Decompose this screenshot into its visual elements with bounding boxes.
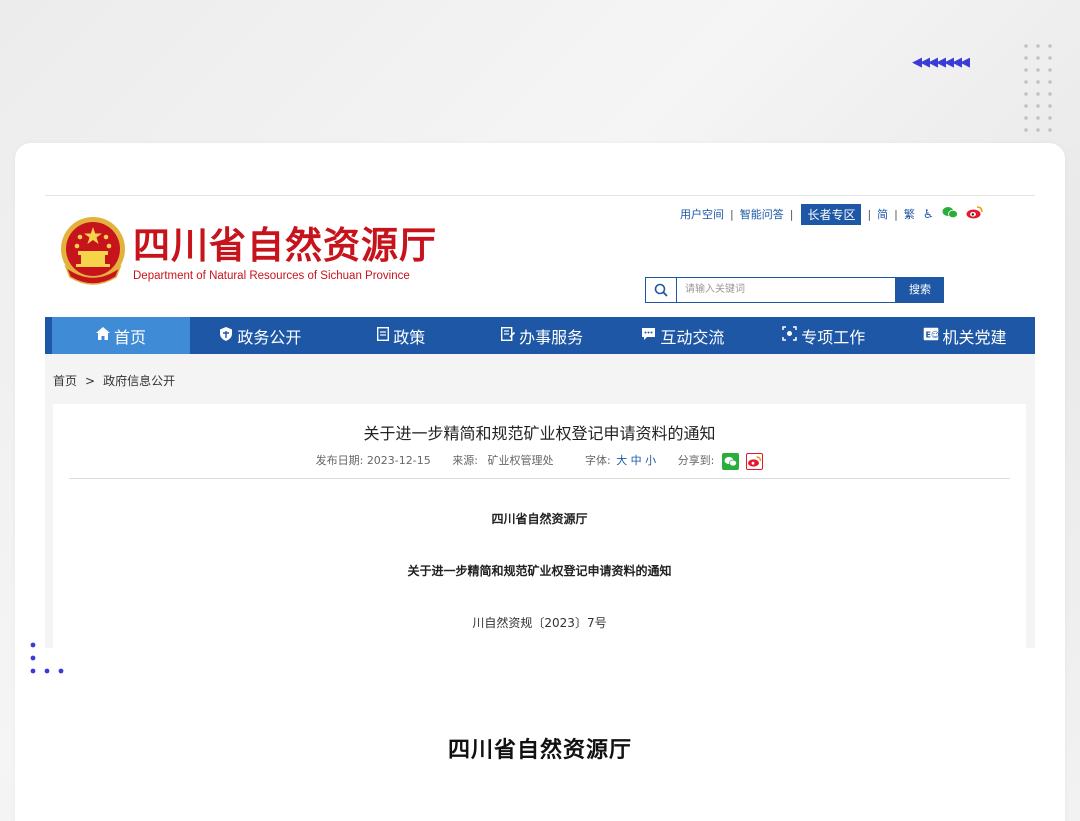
decorative-dot-grid [1020, 40, 1056, 132]
font-size-label: 字体: [584, 454, 611, 467]
nav-item-services[interactable]: 办事服务 [472, 317, 613, 354]
top-links-bar: 用户空间 | 智能问答 | 长者专区 | 简 | 繁 ♿ [680, 203, 983, 225]
search-bar: 请输入关键词 搜索 [645, 277, 944, 303]
breadcrumb: 首页 > 政府信息公开 [53, 372, 175, 389]
nav-label: 首页 [113, 327, 146, 347]
breadcrumb-current-link[interactable]: 政府信息公开 [103, 374, 175, 388]
nav-label: 互动交流 [660, 327, 725, 347]
nav-item-home[interactable]: 首页 [52, 317, 190, 354]
article-panel: 关于进一步精简和规范矿业权登记申请资料的通知 发布日期: 2023-12-15 … [53, 404, 1026, 648]
site-title: 四川省自然资源厅 [133, 224, 437, 267]
document-icon [377, 326, 390, 345]
decorative-dots [30, 642, 64, 674]
share-wechat-icon[interactable] [721, 452, 739, 470]
national-emblem-icon [61, 217, 125, 285]
search-input[interactable]: 请输入关键词 [677, 277, 896, 303]
header-top-rule [45, 195, 1035, 196]
search-button[interactable]: 搜索 [896, 277, 944, 303]
overlay-org-heading: 四川省自然资源厅 [447, 737, 632, 763]
nav-item-party-building[interactable]: E☺ 机关党建 [894, 317, 1035, 354]
source-label: 来源: [452, 454, 478, 467]
breadcrumb-home-link[interactable]: 首页 [53, 374, 77, 388]
chat-icon [641, 327, 656, 345]
search-icon[interactable] [645, 277, 677, 303]
date-label: 发布日期: [315, 454, 364, 467]
nav-label: 机关党建 [942, 327, 1007, 347]
article-subtitle: 关于进一步精简和规范矿业权登记申请资料的通知 [407, 564, 672, 578]
separator: | [894, 207, 898, 221]
separator: | [867, 207, 872, 221]
share-label: 分享到: [677, 454, 715, 467]
nav-label: 政务公开 [237, 327, 302, 347]
shield-icon [219, 326, 233, 345]
svg-text:E☺: E☺ [925, 330, 939, 339]
party-icon: E☺ [923, 327, 939, 345]
home-icon [95, 327, 110, 344]
site-subtitle: Department of Natural Resources of Sichu… [133, 270, 410, 282]
main-nav: 首页 政务公开 政策 办事服务 互动交流 专项工作 E☺ 机关党建 [45, 317, 1035, 354]
link-smart-qa[interactable]: 智能问答 [740, 206, 784, 222]
article-meta: 发布日期: 2023-12-15 来源: 矿业权管理处 字体: 大 中 小 分享… [53, 452, 1026, 470]
target-icon [782, 326, 797, 345]
article-title: 关于进一步精简和规范矿业权登记申请资料的通知 [363, 424, 716, 443]
nav-label: 办事服务 [519, 327, 584, 347]
elder-zone-button[interactable]: 长者专区 [801, 203, 862, 225]
traditional-chinese-link[interactable]: 繁 [904, 206, 915, 222]
link-user-space[interactable]: 用户空间 [680, 206, 724, 222]
nav-item-special-work[interactable]: 专项工作 [753, 317, 894, 354]
wechat-icon[interactable] [942, 206, 958, 222]
breadcrumb-separator: > [85, 374, 96, 388]
form-icon [501, 326, 516, 345]
simplified-chinese-link[interactable]: 简 [877, 206, 888, 222]
source-value: 矿业权管理处 [487, 454, 554, 467]
accessibility-icon[interactable]: ♿ [923, 207, 934, 221]
content-area: 首页 > 政府信息公开 关于进一步精简和规范矿业权登记申请资料的通知 发布日期: 2… [45, 354, 1035, 648]
nav-item-policy[interactable]: 政策 [331, 317, 472, 354]
document-number: 川自然资规〔2023〕7号 [472, 616, 607, 630]
article-org: 四川省自然资源厅 [491, 512, 588, 526]
weibo-icon[interactable] [966, 206, 983, 222]
website-frame: 四川省自然资源厅 Department of Natural Resources… [45, 195, 1035, 648]
nav-item-gov-affairs[interactable]: 政务公开 [190, 317, 331, 354]
font-size-options[interactable]: 大 中 小 [616, 454, 656, 467]
nav-label: 政策 [393, 327, 426, 347]
share-weibo-icon[interactable] [746, 452, 764, 470]
article-divider [69, 478, 1010, 479]
separator: | [789, 207, 794, 221]
nav-item-interaction[interactable]: 互动交流 [612, 317, 753, 354]
publish-date: 2023-12-15 [366, 454, 431, 467]
decorative-arrows: ◀◀◀◀◀◀◀ [912, 55, 970, 70]
nav-label: 专项工作 [801, 327, 866, 347]
separator: | [730, 207, 734, 221]
